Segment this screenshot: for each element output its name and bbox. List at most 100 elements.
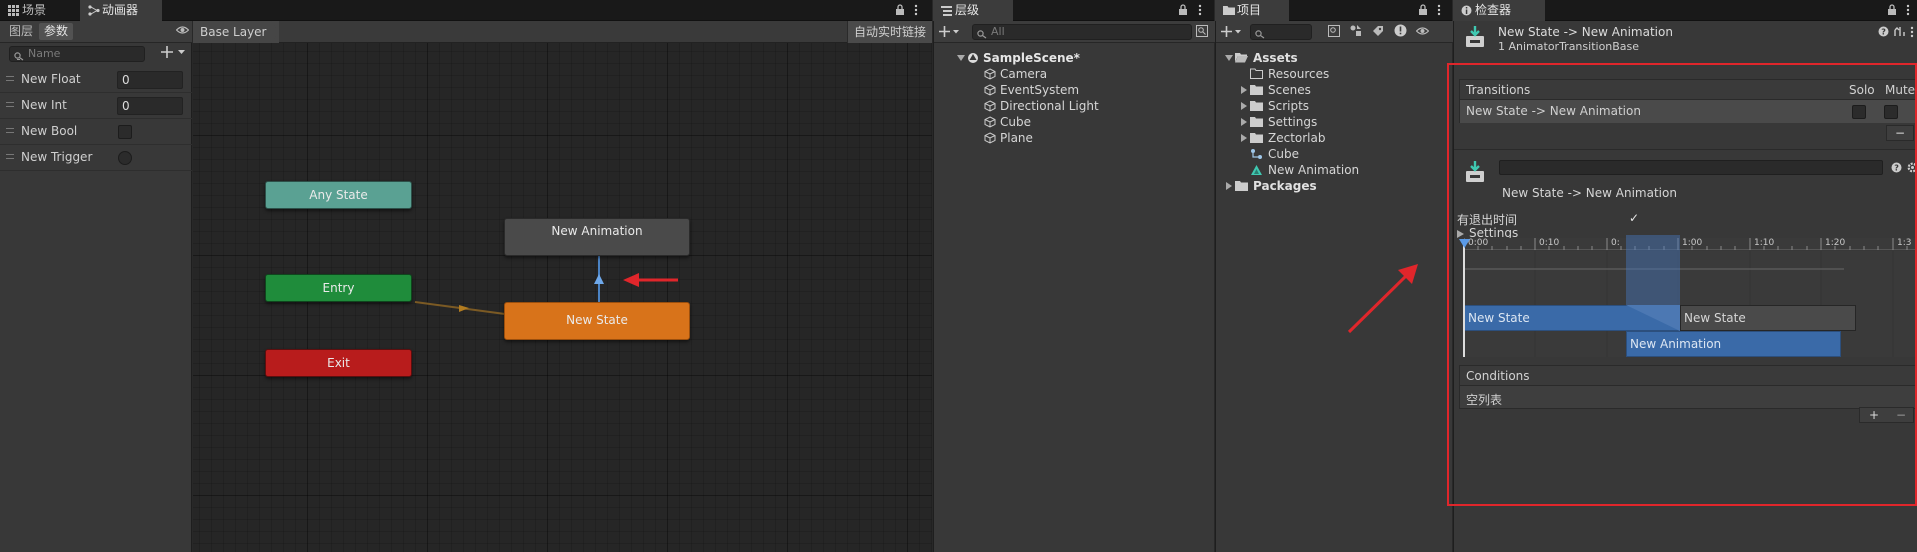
animator-icon	[88, 5, 100, 16]
project-item-label: Scenes	[1268, 83, 1311, 97]
search-options-icon[interactable]	[1196, 25, 1208, 40]
param-int-value-field[interactable]: 0	[117, 97, 183, 115]
tab-inspector-label: 检查器	[1475, 3, 1512, 17]
param-row-new-int[interactable]: New Int 0	[0, 93, 192, 119]
state-machine-graph[interactable]: Base Layer 自动实时链接 Any State Entry Exit N…	[193, 21, 932, 552]
entry-transition-arrow	[459, 305, 469, 312]
drag-handle-icon[interactable]	[6, 128, 14, 133]
more-menu-icon[interactable]	[1437, 4, 1441, 19]
hierarchy-item-label: Plane	[1000, 131, 1033, 145]
project-item-label: New Animation	[1268, 163, 1360, 177]
annotation-arrow-head	[623, 273, 639, 287]
hierarchy-item-label: Camera	[1000, 67, 1048, 81]
drag-handle-icon[interactable]	[6, 102, 14, 107]
hierarchy-item-label: EventSystem	[1000, 83, 1080, 97]
node-new-animation[interactable]: New Animation	[504, 218, 690, 256]
folder-open-icon	[1235, 53, 1248, 63]
tab-hierarchy[interactable]: 层级	[933, 0, 1013, 21]
project-item-label: Packages	[1253, 179, 1317, 193]
folder-icon	[1235, 181, 1248, 191]
annotation-highlight-box	[1447, 63, 1917, 506]
hierarchy-item-label: Cube	[1000, 115, 1031, 129]
node-any-state[interactable]: Any State	[265, 181, 412, 209]
node-entry[interactable]: Entry	[265, 274, 412, 302]
tab-layers[interactable]: 图层	[4, 23, 38, 40]
param-float-value-field[interactable]: 0	[117, 71, 183, 89]
lock-icon[interactable]	[1178, 4, 1188, 19]
params-search-input[interactable]: Name	[9, 46, 145, 62]
tab-project[interactable]: 项目	[1215, 0, 1289, 21]
filter-by-label-icon[interactable]	[1372, 25, 1384, 40]
tab-inspector[interactable]: 检查器	[1453, 0, 1545, 21]
search-by-scene-icon[interactable]	[1328, 25, 1340, 40]
param-row-new-trigger[interactable]: New Trigger	[0, 145, 192, 171]
params-toolbar: 图层 参数	[0, 21, 192, 43]
expand-arrow-icon	[1225, 55, 1233, 61]
help-icon[interactable]: ?	[1878, 26, 1889, 40]
folder-icon	[1250, 101, 1263, 111]
tab-hierarchy-label: 层级	[955, 3, 980, 17]
tab-scene[interactable]: 场景	[0, 0, 78, 21]
scene-name: SampleScene*	[983, 51, 1080, 65]
param-name: New Float	[21, 72, 81, 86]
gameobject-cube-icon	[984, 84, 996, 96]
hierarchy-panel: All SampleScene* Camera EventSystem Dire…	[933, 21, 1215, 552]
collapsed-arrow-icon	[1241, 86, 1247, 94]
project-item-label: Zectorlab	[1268, 131, 1326, 145]
project-item-label: Cube	[1268, 147, 1299, 161]
project-item-label: Resources	[1268, 67, 1330, 81]
search-icon	[14, 50, 24, 64]
annotation-arrow	[1347, 264, 1418, 334]
param-name: New Trigger	[21, 150, 93, 164]
project-item-label: Assets	[1253, 51, 1298, 65]
animator-tab-bar: 场景 动画器	[0, 0, 932, 21]
param-name: New Bool	[21, 124, 78, 138]
unity-scene-icon	[968, 53, 978, 63]
lock-icon[interactable]	[1887, 4, 1897, 19]
more-menu-icon[interactable]	[1910, 26, 1914, 41]
more-menu-icon[interactable]	[914, 4, 918, 19]
node-new-state[interactable]: New State	[504, 302, 690, 340]
tab-project-label: 项目	[1237, 3, 1262, 17]
folder-icon	[1250, 117, 1263, 127]
create-button[interactable]	[939, 25, 961, 41]
folder-icon	[1250, 133, 1263, 143]
inspector-title: New State -> New Animation	[1498, 25, 1673, 39]
warning-filter-icon[interactable]	[1394, 24, 1407, 40]
create-button[interactable]	[1221, 25, 1243, 41]
hierarchy-item-label: Directional Light	[1000, 99, 1099, 113]
lock-icon[interactable]	[895, 4, 905, 19]
collapsed-arrow-icon	[1241, 134, 1247, 142]
param-row-new-bool[interactable]: New Bool	[0, 119, 192, 145]
project-item-label: Settings	[1268, 115, 1318, 129]
tab-parameters[interactable]: 参数	[39, 23, 74, 40]
search-icon	[977, 28, 987, 42]
eye-icon[interactable]	[175, 24, 190, 38]
hierarchy-search-input[interactable]: All	[972, 24, 1192, 40]
preset-icon[interactable]	[1894, 26, 1906, 40]
grid-icon	[8, 5, 19, 16]
folder-icon	[1223, 5, 1235, 15]
param-bool-checkbox[interactable]	[118, 125, 132, 139]
animator-window: 图层 参数 Name New Float 0 New Int 0 New Boo…	[0, 21, 932, 552]
inspector-subtitle: 1 AnimatorTransitionBase	[1498, 40, 1640, 53]
gameobject-cube-icon	[984, 100, 996, 112]
filter-by-type-icon[interactable]	[1350, 25, 1362, 40]
project-search-input[interactable]	[1250, 24, 1312, 40]
add-parameter-button[interactable]	[161, 45, 187, 62]
eye-count-icon[interactable]	[1415, 25, 1430, 39]
param-trigger-radio[interactable]	[118, 151, 132, 165]
node-exit[interactable]: Exit	[265, 349, 412, 377]
tab-animator[interactable]: 动画器	[80, 0, 162, 21]
more-menu-icon[interactable]	[1906, 4, 1910, 19]
tab-scene-label: 场景	[22, 3, 47, 17]
folder-icon	[1250, 85, 1263, 95]
list-icon	[941, 5, 952, 16]
drag-handle-icon[interactable]	[6, 154, 14, 159]
drag-handle-icon[interactable]	[6, 76, 14, 81]
more-menu-icon[interactable]	[1198, 4, 1202, 19]
search-icon	[1255, 28, 1265, 42]
info-icon	[1461, 5, 1472, 16]
lock-icon[interactable]	[1418, 4, 1428, 19]
param-row-new-float[interactable]: New Float 0	[0, 67, 192, 93]
